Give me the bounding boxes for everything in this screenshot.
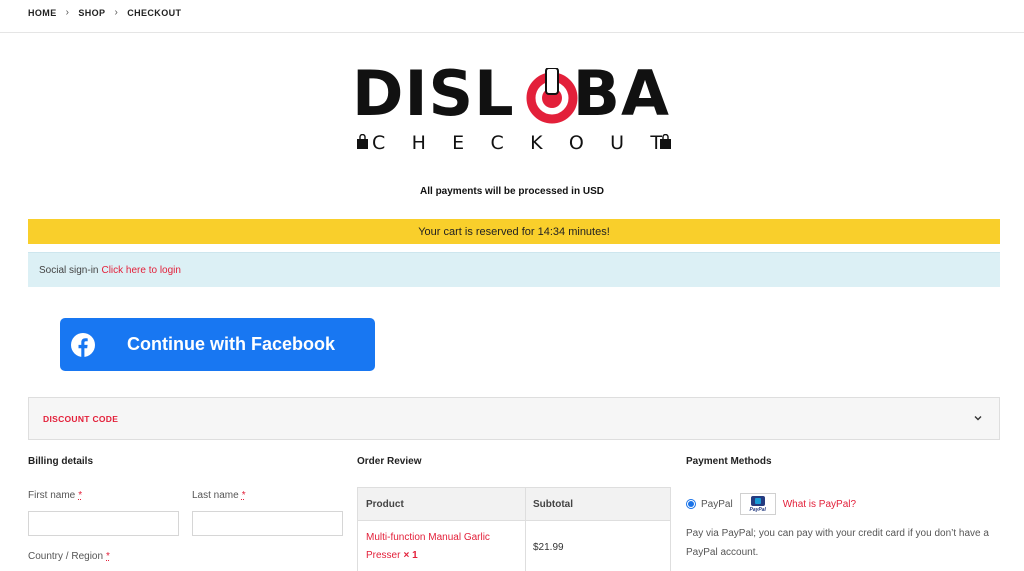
required-mark: * [241, 490, 246, 501]
breadcrumb-home[interactable]: HOME [28, 8, 57, 18]
breadcrumb-shop[interactable]: SHOP [78, 8, 105, 18]
breadcrumb-separator-icon: › [65, 7, 70, 18]
logo-text-right: BA [572, 57, 670, 130]
product-column-header: Product [366, 498, 404, 510]
site-logo[interactable]: DISLOBA C H E C K O U T [352, 62, 676, 154]
country-region-label: Country / Region * [28, 551, 110, 562]
paypal-option[interactable]: PayPal PayPal What is PayPal? [686, 493, 856, 515]
logo-sub-letter: K [530, 132, 543, 154]
first-name-label: First name * [28, 490, 82, 501]
first-name-input[interactable] [28, 511, 179, 536]
shopping-bag-icon [660, 134, 671, 149]
order-table-header: Product Subtotal [358, 488, 670, 521]
breadcrumb: HOME › SHOP › CHECKOUT [28, 7, 181, 18]
paypal-logo-text: PayPal [749, 506, 766, 513]
order-review-title: Order Review [357, 456, 422, 467]
table-row: Multi-function Manual Garlic Presser × 1 … [358, 521, 670, 571]
logo-sub-letter: O [568, 132, 584, 154]
last-name-label: Last name * [192, 490, 246, 501]
logo-sub-letter: E [452, 132, 465, 154]
order-review-table: Product Subtotal Multi-function Manual G… [357, 487, 671, 571]
social-login-link[interactable]: Click here to login [101, 265, 180, 276]
breadcrumb-separator-icon: › [114, 7, 119, 18]
paypal-radio[interactable] [686, 499, 696, 509]
product-name[interactable]: Multi-function Manual Garlic Presser × 1 [358, 529, 525, 565]
subtotal-column-header: Subtotal [525, 488, 573, 520]
chevron-down-icon [974, 416, 982, 421]
cart-reservation-banner: Your cart is reserved for 14:34 minutes! [28, 219, 1000, 244]
country-region-label-text: Country / Region [28, 551, 104, 562]
paypal-logo-icon: PayPal [739, 493, 776, 515]
product-name-line2: Presser [366, 550, 401, 561]
header-divider [0, 32, 1024, 33]
discount-code-label: DISCOUNT CODE [43, 413, 119, 424]
product-subtotal: $21.99 [525, 521, 564, 571]
logo-subtitle: C H E C K O U T [372, 132, 662, 154]
logo-sub-letter: U [610, 132, 625, 154]
paypal-mark-icon [750, 495, 765, 506]
logo-text-left: DISL [352, 57, 515, 130]
discount-code-toggle[interactable]: DISCOUNT CODE [28, 397, 1000, 440]
facebook-button-label: Continue with Facebook [127, 334, 336, 354]
logo-sub-letter: C [372, 132, 386, 154]
power-icon [526, 68, 578, 124]
payment-methods-title: Payment Methods [686, 456, 772, 467]
shopping-bag-icon [357, 134, 368, 149]
facebook-icon [71, 332, 95, 357]
product-quantity: × 1 [403, 550, 418, 561]
required-mark: * [78, 490, 83, 501]
paypal-description: Pay via PayPal; you can pay with your cr… [686, 528, 989, 558]
required-mark: * [106, 551, 110, 562]
last-name-label-text: Last name [192, 490, 239, 501]
last-name-input[interactable] [192, 511, 343, 536]
paypal-label: PayPal [701, 498, 733, 510]
social-signin-notice: Social sign-in Click here to login [28, 252, 1000, 287]
cart-reservation-text: Your cart is reserved for 14:34 minutes! [418, 225, 610, 238]
what-is-paypal-link[interactable]: What is PayPal? [783, 499, 856, 510]
first-name-label-text: First name [28, 490, 76, 501]
product-name-line1: Multi-function Manual Garlic [366, 532, 490, 543]
continue-with-facebook-button[interactable]: Continue with Facebook [60, 318, 375, 371]
radio-selected-dot [688, 501, 694, 507]
logo-sub-letter: H [411, 132, 426, 154]
social-signin-label: Social sign-in [39, 264, 99, 276]
logo-wordmark: DISLOBA [352, 62, 670, 126]
currency-notice: All payments will be processed in USD [420, 186, 604, 197]
breadcrumb-checkout: CHECKOUT [127, 7, 182, 18]
billing-details-title: Billing details [28, 456, 94, 467]
logo-sub-letter: C [490, 132, 504, 154]
